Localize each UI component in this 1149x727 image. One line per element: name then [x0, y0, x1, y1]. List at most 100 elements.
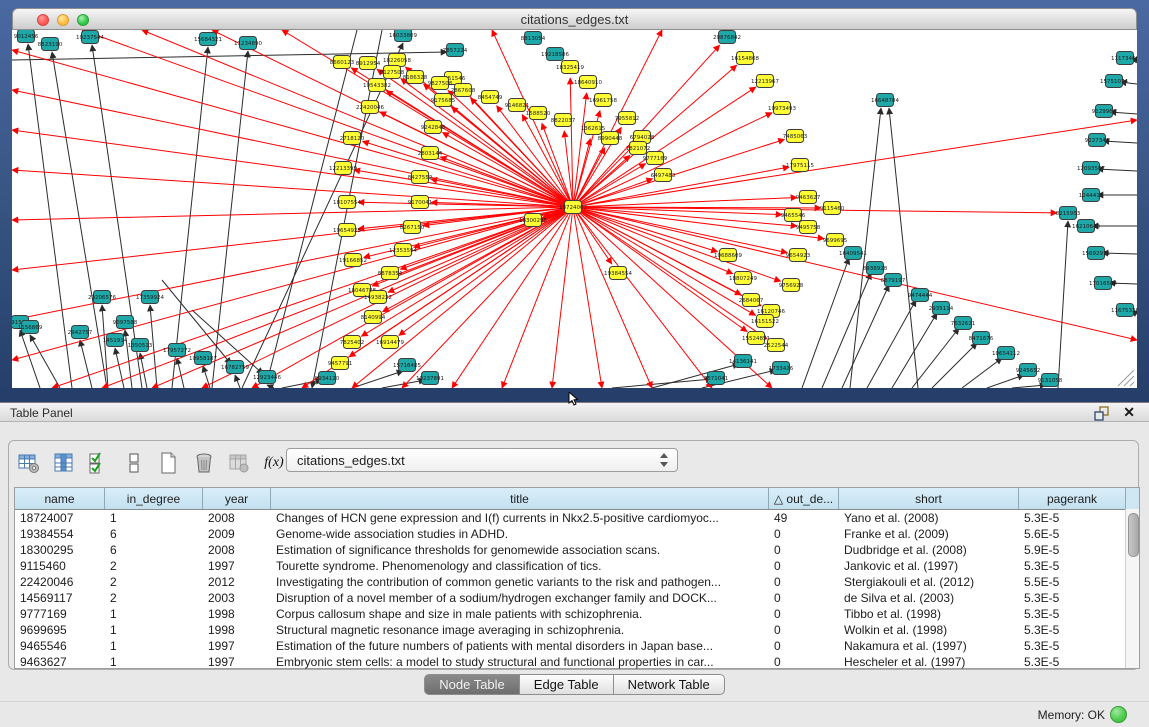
cell-year[interactable]: 2008 — [203, 510, 271, 526]
scrollbar-thumb[interactable] — [1128, 513, 1139, 557]
cell-short[interactable]: Hescheler et al. (1997) — [839, 654, 1019, 670]
cell-year[interactable]: 1997 — [203, 558, 271, 574]
cell-out-de-[interactable]: 0 — [769, 542, 839, 558]
table-row[interactable]: 2242004622012Investigating the contribut… — [15, 574, 1139, 590]
cell-in-degree[interactable]: 1 — [105, 606, 203, 622]
cell-year[interactable]: 2009 — [203, 526, 271, 542]
new-table-button[interactable] — [157, 451, 181, 475]
cell-short[interactable]: Tibbo et al. (1998) — [839, 606, 1019, 622]
column-selection-button[interactable] — [52, 451, 76, 475]
cell-pagerank[interactable]: 5.5E-5 — [1019, 574, 1126, 590]
network-window-titlebar[interactable]: citations_edges.txt — [12, 8, 1137, 30]
table-row[interactable]: 1938455462009Genome-wide association stu… — [15, 526, 1139, 542]
cell-name[interactable]: 18300295 — [15, 542, 105, 558]
cell-short[interactable]: Jankovic et al. (1997) — [839, 558, 1019, 574]
table-row[interactable]: 946362711997Embryonic stem cells: a mode… — [15, 654, 1139, 670]
network-canvas[interactable]: 1872400786601238912954182260589127508818… — [12, 30, 1137, 388]
cell-out-de-[interactable]: 0 — [769, 654, 839, 670]
column-header-name[interactable]: name — [15, 488, 105, 509]
tab-network-table[interactable]: Network Table — [614, 674, 725, 695]
cell-year[interactable]: 1998 — [203, 606, 271, 622]
cell-out-de-[interactable]: 0 — [769, 558, 839, 574]
cell-title[interactable]: Disruption of a novel member of a sodium… — [271, 590, 769, 606]
cell-year[interactable]: 1997 — [203, 654, 271, 670]
cell-year[interactable]: 2012 — [203, 574, 271, 590]
table-row[interactable]: 969969511998Structural magnetic resonanc… — [15, 622, 1139, 638]
column-header-in-degree[interactable]: in_degree — [105, 488, 203, 509]
column-header-pagerank[interactable]: pagerank — [1019, 488, 1126, 509]
cell-pagerank[interactable]: 5.6E-5 — [1019, 526, 1126, 542]
cell-out-de-[interactable]: 0 — [769, 622, 839, 638]
cell-pagerank[interactable]: 5.3E-5 — [1019, 622, 1126, 638]
function-builder-button[interactable]: f(x) — [262, 451, 286, 475]
cell-pagerank[interactable]: 5.3E-5 — [1019, 558, 1126, 574]
cell-pagerank[interactable]: 5.9E-5 — [1019, 542, 1126, 558]
cell-in-degree[interactable]: 2 — [105, 558, 203, 574]
column-header-short[interactable]: short — [839, 488, 1019, 509]
cell-title[interactable]: Changes of HCN gene expression and I(f) … — [271, 510, 769, 526]
clear-selection-button[interactable] — [122, 451, 146, 475]
delete-table-button[interactable] — [192, 451, 216, 475]
network-graph[interactable]: 1872400786601238912954182260589127508818… — [12, 30, 1137, 388]
float-panel-icon[interactable] — [1093, 406, 1111, 421]
cell-year[interactable]: 1997 — [203, 638, 271, 654]
close-panel-icon[interactable]: ✕ — [1123, 404, 1135, 421]
cell-in-degree[interactable]: 1 — [105, 638, 203, 654]
cell-in-degree[interactable]: 2 — [105, 574, 203, 590]
cell-out-de-[interactable]: 0 — [769, 606, 839, 622]
cell-name[interactable]: 9115460 — [15, 558, 105, 574]
cell-pagerank[interactable]: 5.3E-5 — [1019, 606, 1126, 622]
cell-pagerank[interactable]: 5.3E-5 — [1019, 654, 1126, 670]
cell-title[interactable]: Investigating the contribution of common… — [271, 574, 769, 590]
cell-out-de-[interactable]: 0 — [769, 526, 839, 542]
cell-name[interactable]: 9463627 — [15, 654, 105, 670]
select-all-rows-button[interactable] — [87, 451, 111, 475]
cell-out-de-[interactable]: 49 — [769, 510, 839, 526]
cell-out-de-[interactable]: 0 — [769, 574, 839, 590]
cell-name[interactable]: 14569117 — [15, 590, 105, 606]
cell-in-degree[interactable]: 1 — [105, 654, 203, 670]
cell-out-de-[interactable]: 0 — [769, 590, 839, 606]
column-header-out-de-[interactable]: △ out_de... — [769, 488, 839, 509]
tab-edge-table[interactable]: Edge Table — [520, 674, 614, 695]
cell-title[interactable]: Estimation of the future numbers of pati… — [271, 638, 769, 654]
cell-name[interactable]: 9699695 — [15, 622, 105, 638]
cell-title[interactable]: Tourette syndrome. Phenomenology and cla… — [271, 558, 769, 574]
cell-title[interactable]: Genome-wide association studies in ADHD. — [271, 526, 769, 542]
cell-short[interactable]: Wolkin et al. (1998) — [839, 622, 1019, 638]
memory-status-indicator[interactable] — [1110, 706, 1127, 723]
cell-short[interactable]: de Silva et al. (2003) — [839, 590, 1019, 606]
cell-in-degree[interactable]: 1 — [105, 510, 203, 526]
table-row[interactable]: 1456911722003Disruption of a novel membe… — [15, 590, 1139, 606]
cell-pagerank[interactable]: 5.3E-5 — [1019, 510, 1126, 526]
cell-title[interactable]: Embryonic stem cells: a model to study s… — [271, 654, 769, 670]
cell-year[interactable]: 2008 — [203, 542, 271, 558]
cell-year[interactable]: 2003 — [203, 590, 271, 606]
cell-pagerank[interactable]: 5.3E-5 — [1019, 590, 1126, 606]
cell-in-degree[interactable]: 2 — [105, 590, 203, 606]
resize-grip-icon[interactable] — [1118, 370, 1134, 386]
vertical-scrollbar[interactable] — [1125, 509, 1139, 668]
column-header-title[interactable]: title — [271, 488, 769, 509]
table-row[interactable]: 1830029562008Estimation of significance … — [15, 542, 1139, 558]
table-row[interactable]: 946554611997Estimation of the future num… — [15, 638, 1139, 654]
cell-name[interactable]: 22420046 — [15, 574, 105, 590]
cell-short[interactable]: Franke et al. (2009) — [839, 526, 1019, 542]
cell-name[interactable]: 18724007 — [15, 510, 105, 526]
cell-short[interactable]: Nakamura et al. (1997) — [839, 638, 1019, 654]
column-header-year[interactable]: year — [203, 488, 271, 509]
cell-short[interactable]: Stergiakouli et al. (2012) — [839, 574, 1019, 590]
table-row[interactable]: 977716911998Corpus callosum shape and si… — [15, 606, 1139, 622]
cell-in-degree[interactable]: 6 — [105, 542, 203, 558]
cell-title[interactable]: Structural magnetic resonance image aver… — [271, 622, 769, 638]
cell-pagerank[interactable]: 5.3E-5 — [1019, 638, 1126, 654]
cell-title[interactable]: Estimation of significance thresholds fo… — [271, 542, 769, 558]
cell-short[interactable]: Dudbridge et al. (2008) — [839, 542, 1019, 558]
tab-node-table[interactable]: Node Table — [424, 674, 520, 695]
cell-name[interactable]: 9777169 — [15, 606, 105, 622]
cell-title[interactable]: Corpus callosum shape and size in male p… — [271, 606, 769, 622]
cell-short[interactable]: Yano et al. (2008) — [839, 510, 1019, 526]
cell-out-de-[interactable]: 0 — [769, 638, 839, 654]
cell-name[interactable]: 9465546 — [15, 638, 105, 654]
table-row[interactable]: 911546021997Tourette syndrome. Phenomeno… — [15, 558, 1139, 574]
